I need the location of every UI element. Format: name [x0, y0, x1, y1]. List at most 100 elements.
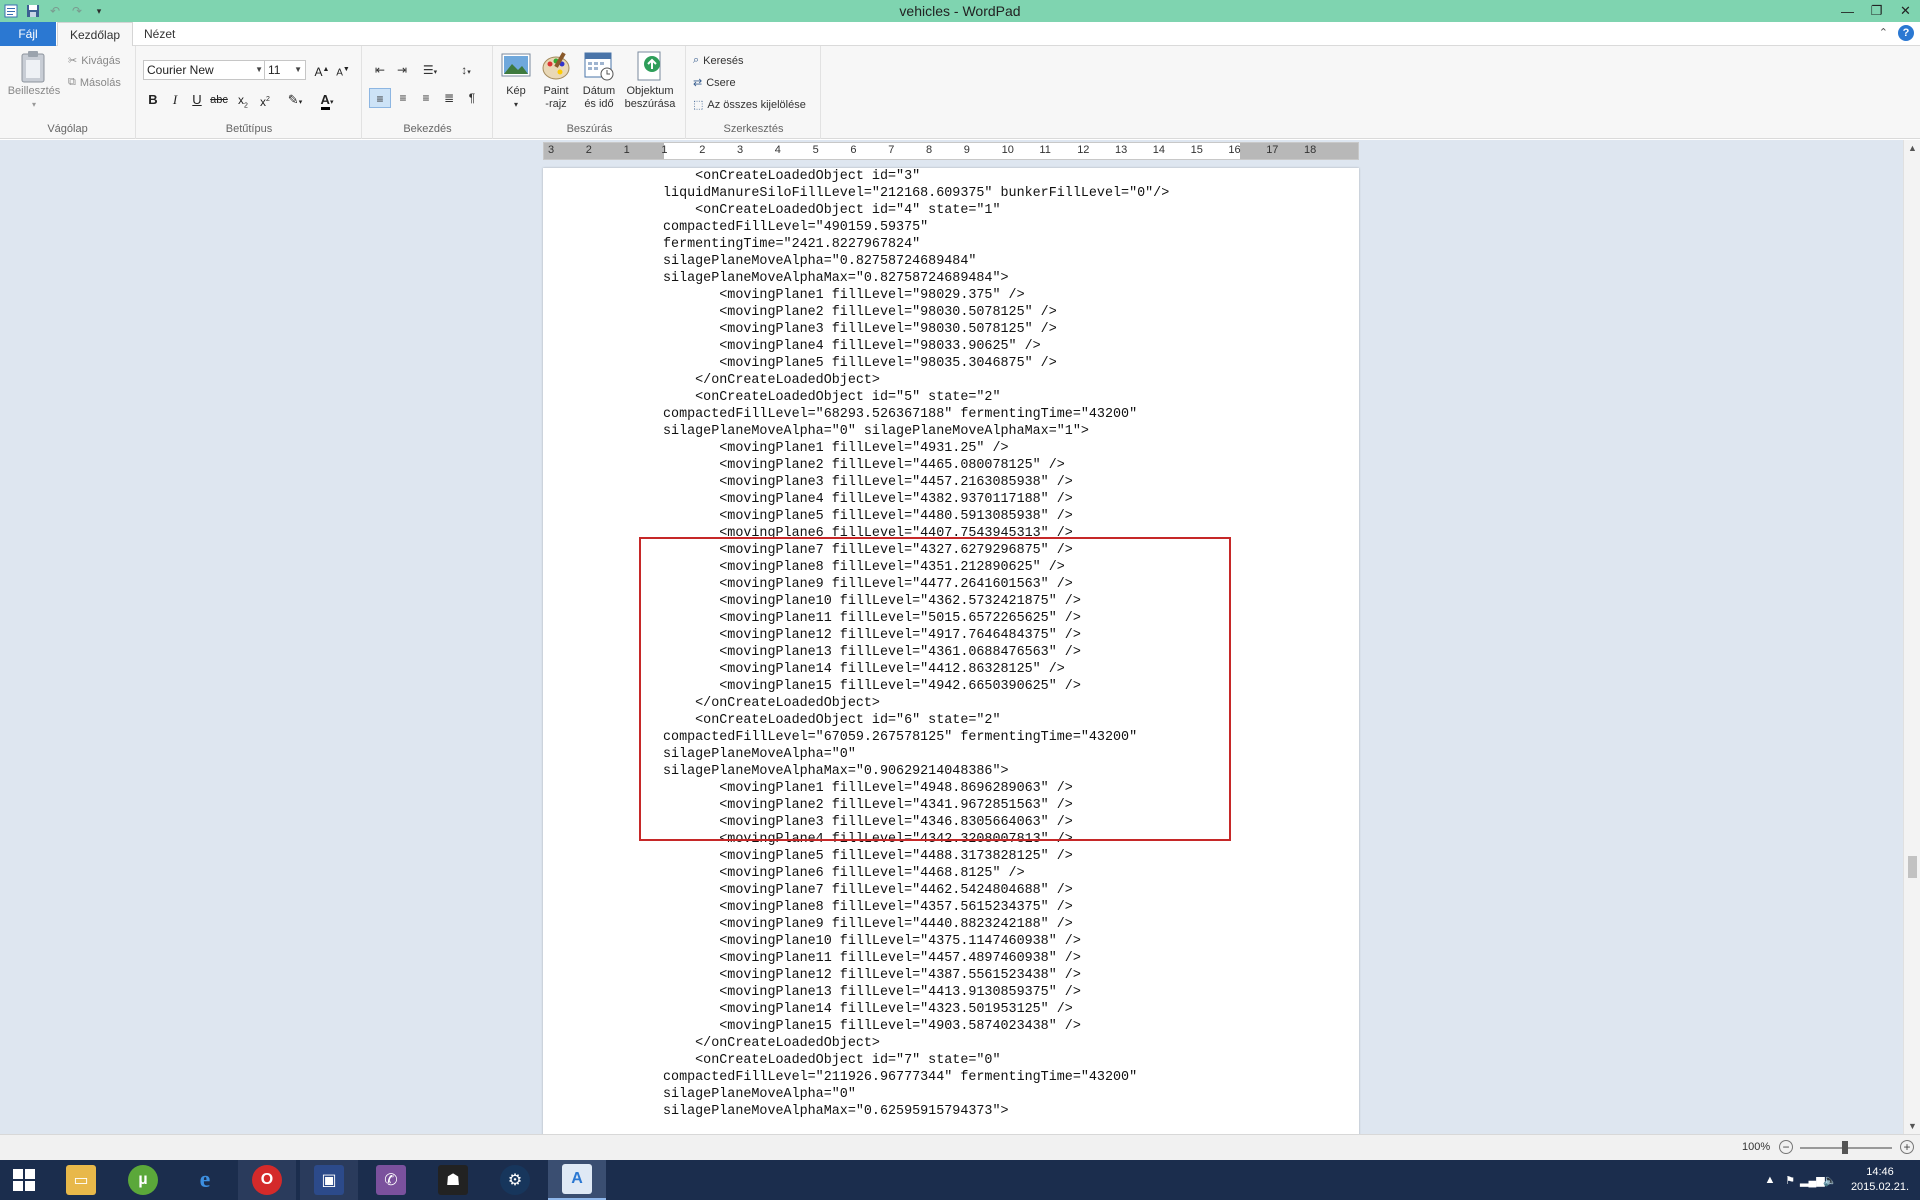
tab-home[interactable]: Kezdőlap	[57, 22, 134, 47]
insert-picture-button[interactable]: Kép ▾	[498, 50, 534, 111]
document-line[interactable]: silagePlaneMoveAlphaMax="0.6259591579437…	[663, 1103, 1169, 1120]
start-button[interactable]	[0, 1160, 48, 1200]
bullet-list-icon[interactable]: ☰▾	[415, 60, 445, 80]
clock[interactable]: 14:46 2015.02.21.	[1840, 1165, 1920, 1195]
document-line[interactable]: </onCreateLoadedObject>	[663, 1035, 1169, 1052]
strikethrough-icon[interactable]: abc	[209, 90, 229, 110]
scroll-up-icon[interactable]: ▲	[1904, 140, 1920, 156]
replace-button[interactable]: ⇄ Csere	[693, 76, 736, 90]
document-line[interactable]: <movingPlane13 fillLevel="4413.913085937…	[663, 984, 1169, 1001]
document-line[interactable]: <movingPlane2 fillLevel="98030.5078125" …	[663, 304, 1169, 321]
document-line[interactable]: <onCreateLoadedObject id="7" state="0"	[663, 1052, 1169, 1069]
tab-file[interactable]: Fájl	[0, 22, 56, 46]
document-line[interactable]: <movingPlane4 fillLevel="98033.90625" />	[663, 338, 1169, 355]
document-line[interactable]: <movingPlane11 fillLevel="4457.489746093…	[663, 950, 1169, 967]
insert-object-button[interactable]: Objektum beszúrása	[622, 50, 678, 111]
insert-datetime-button[interactable]: Dátum és idő	[578, 50, 620, 111]
volume-icon[interactable]: 🔈	[1820, 1174, 1840, 1187]
paste-button[interactable]: Beillesztés ▾	[6, 50, 62, 111]
document-line[interactable]: <movingPlane5 fillLevel="98035.3046875" …	[663, 355, 1169, 372]
bold-icon[interactable]: B	[143, 90, 163, 110]
minimize-button[interactable]: —	[1833, 0, 1862, 22]
document-line[interactable]: <movingPlane3 fillLevel="4457.2163085938…	[663, 474, 1169, 491]
document-line[interactable]: fermentingTime="2421.8227967824"	[663, 236, 1169, 253]
paragraph-settings-icon[interactable]: ¶	[461, 88, 483, 108]
taskbar-viber[interactable]: ✆	[362, 1160, 420, 1200]
underline-icon[interactable]: U	[187, 90, 207, 110]
zoom-slider-thumb[interactable]	[1842, 1141, 1848, 1154]
document-line[interactable]: <movingPlane8 fillLevel="4357.5615234375…	[663, 899, 1169, 916]
align-left-icon[interactable]: ≡	[369, 88, 391, 108]
subscript-icon[interactable]: x2	[233, 90, 253, 110]
insert-paint-drawing-button[interactable]: Paint -rajz	[538, 50, 574, 111]
font-family-select[interactable]: Courier New ▼	[143, 60, 267, 80]
document-line[interactable]: liquidManureSiloFillLevel="212168.609375…	[663, 185, 1169, 202]
copy-button[interactable]: ⧉ Másolás	[68, 76, 121, 89]
action-center-flag-icon[interactable]: ⚑	[1780, 1174, 1800, 1187]
increase-indent-icon[interactable]: ⇥	[391, 60, 413, 80]
taskbar-wordpad[interactable]: A	[548, 1160, 606, 1200]
help-icon[interactable]: ?	[1898, 25, 1914, 41]
shrink-font-icon[interactable]: A▼	[333, 60, 353, 80]
document-line[interactable]: <movingPlane4 fillLevel="4382.9370117188…	[663, 491, 1169, 508]
document-line[interactable]: </onCreateLoadedObject>	[663, 372, 1169, 389]
zoom-out-icon[interactable]: −	[1779, 1140, 1793, 1154]
document-line[interactable]: silagePlaneMoveAlphaMax="0.8275872468948…	[663, 270, 1169, 287]
document-line[interactable]: <movingPlane7 fillLevel="4462.5424804688…	[663, 882, 1169, 899]
document-line[interactable]: <onCreateLoadedObject id="3"	[663, 168, 1169, 185]
align-right-icon[interactable]: ≡	[415, 88, 437, 108]
select-all-button[interactable]: ⬚ Az összes kijelölése	[693, 98, 806, 112]
document-line[interactable]: <onCreateLoadedObject id="5" state="2"	[663, 389, 1169, 406]
text-color-icon[interactable]: A▾	[313, 90, 341, 110]
taskbar-file-explorer[interactable]: ▭	[52, 1160, 110, 1200]
document-line[interactable]: <movingPlane9 fillLevel="4440.8823242188…	[663, 916, 1169, 933]
scrollbar-thumb[interactable]	[1908, 856, 1917, 878]
taskbar-save-app[interactable]: ▣	[300, 1160, 358, 1200]
document-line[interactable]: compactedFillLevel="490159.59375"	[663, 219, 1169, 236]
cut-button[interactable]: ✂ Kivágás	[68, 54, 120, 68]
document-line[interactable]: <onCreateLoadedObject id="4" state="1"	[663, 202, 1169, 219]
superscript-icon[interactable]: x2	[255, 90, 275, 110]
document-line[interactable]: compactedFillLevel="68293.526367188" fer…	[663, 406, 1169, 423]
highlight-color-icon[interactable]: ✎▾	[281, 90, 309, 110]
document-line[interactable]: <movingPlane12 fillLevel="4387.556152343…	[663, 967, 1169, 984]
scroll-down-icon[interactable]: ▼	[1904, 1118, 1920, 1134]
document-line[interactable]: <movingPlane3 fillLevel="98030.5078125" …	[663, 321, 1169, 338]
grow-font-icon[interactable]: A▲	[312, 60, 332, 80]
close-button[interactable]: ✕	[1891, 0, 1920, 22]
vertical-scrollbar[interactable]: ▲ ▼	[1903, 140, 1920, 1134]
network-signal-icon[interactable]: ▂▄▆	[1800, 1174, 1825, 1187]
find-button[interactable]: ⌕ Keresés	[693, 54, 744, 67]
line-spacing-icon[interactable]: ↕▾	[451, 60, 481, 80]
document-line[interactable]: <movingPlane1 fillLevel="98029.375" />	[663, 287, 1169, 304]
taskbar-utorrent[interactable]: µ	[114, 1160, 172, 1200]
document-line[interactable]: <movingPlane2 fillLevel="4465.080078125"…	[663, 457, 1169, 474]
justify-icon[interactable]: ≣	[438, 88, 460, 108]
ruler[interactable]: 3 2 1 1 2 3 4 5 6 7 8 9 10 11 12 13 14 15 16 17 18	[543, 142, 1359, 160]
minimize-ribbon-icon[interactable]: ⌃	[1879, 25, 1888, 41]
taskbar-steam[interactable]: ⚙	[486, 1160, 544, 1200]
document-line[interactable]: <movingPlane10 fillLevel="4375.114746093…	[663, 933, 1169, 950]
taskbar-internet-explorer[interactable]: e	[176, 1160, 234, 1200]
taskbar-opera[interactable]: O	[238, 1160, 296, 1200]
document-line[interactable]: <movingPlane6 fillLevel="4468.8125" />	[663, 865, 1169, 882]
decrease-indent-icon[interactable]: ⇤	[369, 60, 391, 80]
tab-view[interactable]: Nézet	[132, 22, 187, 46]
document-line[interactable]: <movingPlane1 fillLevel="4931.25" />	[663, 440, 1169, 457]
document-line[interactable]: <movingPlane15 fillLevel="4903.587402343…	[663, 1018, 1169, 1035]
tray-expand-icon[interactable]: ▲	[1760, 1174, 1780, 1186]
document-line[interactable]: silagePlaneMoveAlpha="0" silagePlaneMove…	[663, 423, 1169, 440]
document-line[interactable]: silagePlaneMoveAlpha="0.82758724689484"	[663, 253, 1169, 270]
document-line[interactable]: compactedFillLevel="211926.96777344" fer…	[663, 1069, 1169, 1086]
document-line[interactable]: <movingPlane5 fillLevel="4480.5913085938…	[663, 508, 1169, 525]
italic-icon[interactable]: I	[165, 90, 185, 110]
document-line[interactable]: <movingPlane14 fillLevel="4323.501953125…	[663, 1001, 1169, 1018]
document-line[interactable]: silagePlaneMoveAlpha="0"	[663, 1086, 1169, 1103]
taskbar-alienware[interactable]: ☗	[424, 1160, 482, 1200]
document-line[interactable]: <movingPlane5 fillLevel="4488.3173828125…	[663, 848, 1169, 865]
align-center-icon[interactable]: ≡	[392, 88, 414, 108]
zoom-in-icon[interactable]: +	[1900, 1140, 1914, 1154]
restore-button[interactable]: ❐	[1862, 0, 1891, 22]
document-page[interactable]: <onCreateLoadedObject id="3" liquidManure…	[543, 168, 1359, 1134]
font-size-select[interactable]: 11 ▼	[264, 60, 306, 80]
